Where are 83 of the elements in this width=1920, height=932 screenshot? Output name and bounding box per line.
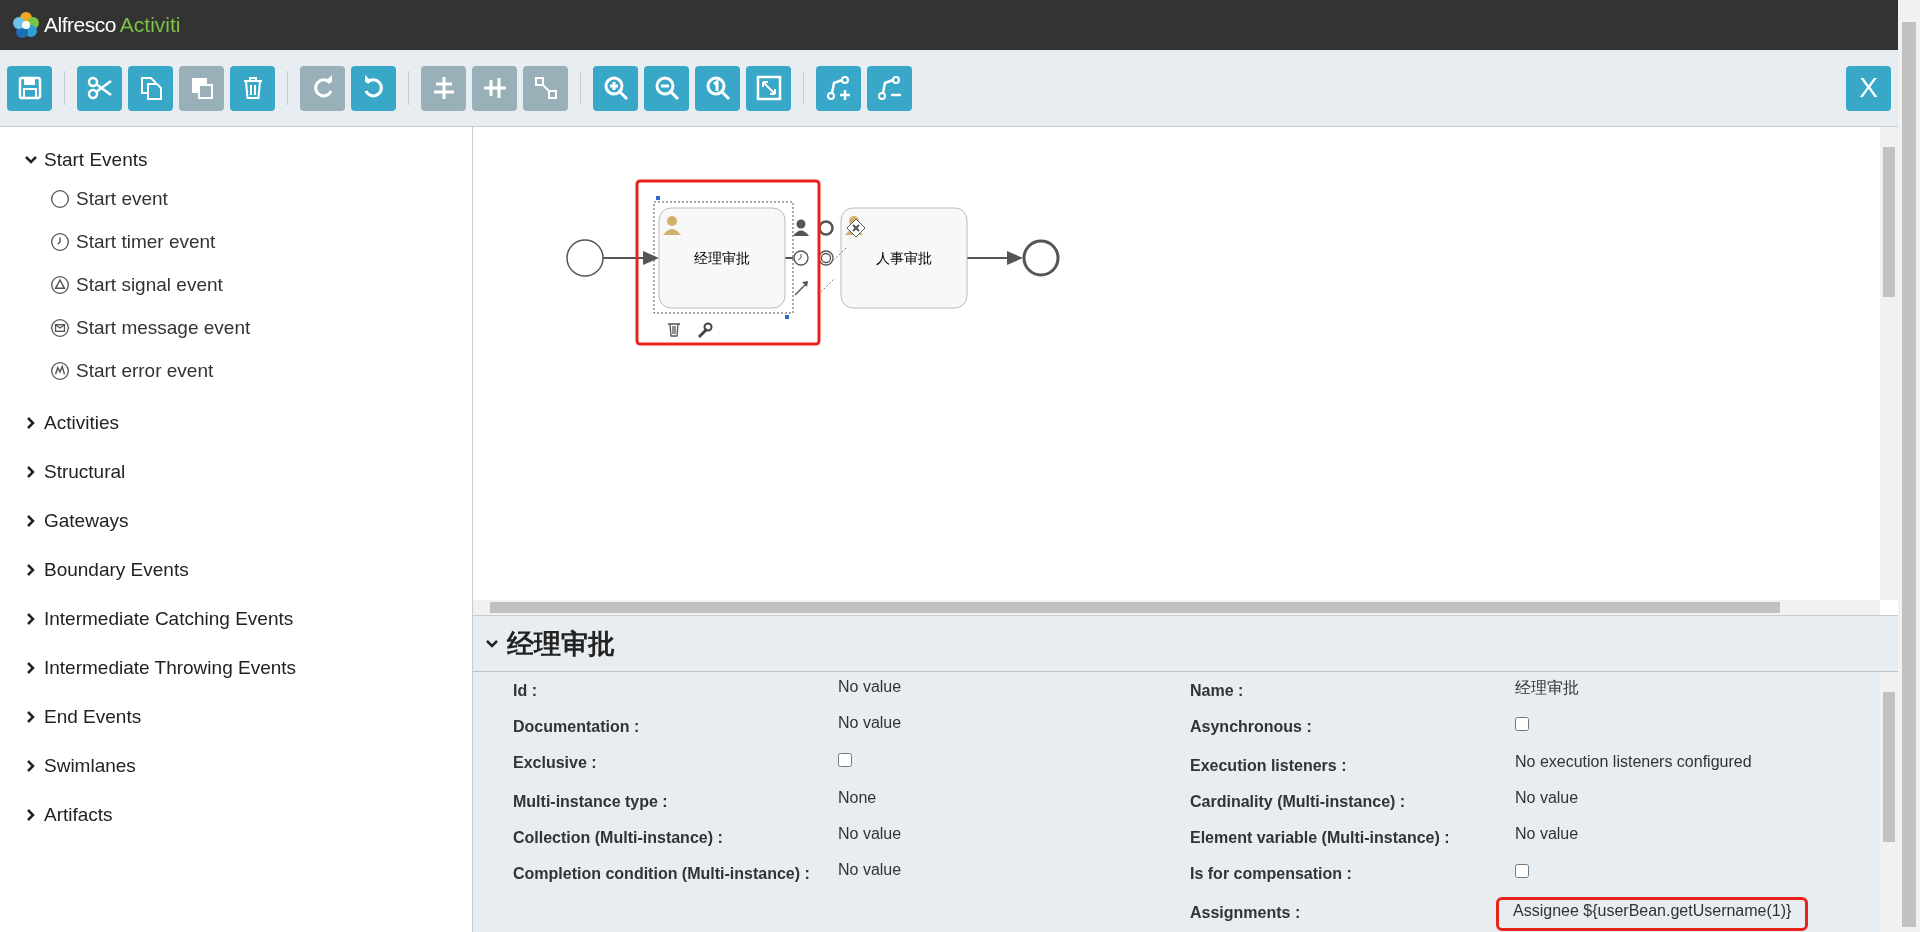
palette-category[interactable]: Boundary Events xyxy=(44,558,189,581)
property-value[interactable]: No value xyxy=(838,825,902,842)
page-scrollbar[interactable] xyxy=(1898,0,1920,932)
palette-category[interactable]: Intermediate Catching Events xyxy=(44,607,294,630)
checkbox[interactable] xyxy=(838,753,852,767)
message-event-icon xyxy=(50,317,70,338)
remove-bend-button[interactable] xyxy=(867,65,912,111)
property-label: Id : xyxy=(513,681,538,701)
property-label: Asynchronous : xyxy=(1190,717,1313,737)
property-label: Collection (Multi-instance) : xyxy=(513,828,724,848)
property-label: Cardinality (Multi-instance) : xyxy=(1190,792,1407,812)
palette-category[interactable]: Start Events xyxy=(44,149,148,171)
property-value[interactable]: No value xyxy=(838,861,902,878)
palette-category[interactable]: Intermediate Throwing Events xyxy=(44,656,297,679)
cut-button[interactable] xyxy=(77,65,122,111)
palette-category[interactable]: End Events xyxy=(44,705,142,728)
task-label: 经理审批 xyxy=(694,250,750,266)
person-icon xyxy=(663,216,681,235)
trash-icon[interactable] xyxy=(667,323,681,337)
end-event-icon[interactable] xyxy=(818,220,834,236)
property-value[interactable]: None xyxy=(838,789,877,806)
property-label: Documentation : xyxy=(513,717,641,737)
zoom-actual-button[interactable] xyxy=(695,65,740,111)
vertical-scrollbar[interactable] xyxy=(1880,672,1898,932)
property-label: Execution listeners : xyxy=(1190,756,1348,776)
property-label: Assignments : xyxy=(1190,903,1302,923)
resize-handle[interactable] xyxy=(656,196,660,200)
zoom-out-button[interactable] xyxy=(644,65,689,111)
palette-item[interactable]: Start event xyxy=(76,187,168,210)
property-label: Name : xyxy=(1190,681,1245,701)
wrench-icon[interactable] xyxy=(697,322,713,339)
palette-category[interactable]: Artifacts xyxy=(44,803,113,826)
property-value[interactable]: No value xyxy=(838,678,902,695)
timer-icon[interactable] xyxy=(793,250,809,266)
palette-item[interactable]: Start timer event xyxy=(76,230,216,253)
palette-category[interactable]: Activities xyxy=(44,411,119,434)
checkbox[interactable] xyxy=(1515,864,1529,878)
property-label: Is for compensation : xyxy=(1190,864,1353,884)
gateway-icon[interactable] xyxy=(846,218,866,238)
start-event[interactable] xyxy=(566,239,604,277)
end-event[interactable] xyxy=(1022,239,1060,277)
sequence-flow[interactable] xyxy=(966,251,1023,265)
person-icon[interactable] xyxy=(793,219,809,236)
undo-button[interactable] xyxy=(351,65,396,111)
resize-handle[interactable] xyxy=(785,315,789,319)
zoom-fit-button[interactable] xyxy=(746,65,791,111)
property-label: Multi-instance type : xyxy=(513,792,669,812)
vertical-scrollbar[interactable] xyxy=(1880,127,1898,600)
sequence-flow[interactable] xyxy=(602,251,659,265)
property-label: Element variable (Multi-instance) : xyxy=(1190,828,1451,848)
task-box[interactable] xyxy=(840,207,968,309)
save-button[interactable] xyxy=(7,65,52,111)
flower-logo-icon xyxy=(12,11,40,39)
arrow-icon[interactable] xyxy=(794,281,808,296)
property-value[interactable]: No execution listeners configured xyxy=(1515,753,1752,770)
palette-item[interactable]: Start error event xyxy=(76,359,214,382)
property-label: Completion condition (Multi-instance) : xyxy=(513,864,811,884)
timer-event-icon xyxy=(50,231,70,252)
palette-item[interactable]: Start message event xyxy=(76,316,251,339)
delete-button[interactable] xyxy=(230,65,275,111)
add-bend-button[interactable] xyxy=(816,65,861,111)
brand-name: Alfresco xyxy=(44,13,116,37)
start-event-icon xyxy=(50,188,70,209)
task-label: 人事审批 xyxy=(876,250,932,266)
property-value[interactable]: No value xyxy=(838,714,902,731)
property-value[interactable]: Assignee ${userBean.getUsername(1)} xyxy=(1499,900,1806,928)
property-value[interactable]: No value xyxy=(1515,825,1579,842)
zoom-in-button[interactable] xyxy=(593,65,638,111)
signal-event-icon xyxy=(50,274,70,295)
checkbox[interactable] xyxy=(1515,717,1529,731)
palette-category[interactable]: Structural xyxy=(44,460,126,483)
palette-category[interactable]: Swimlanes xyxy=(44,754,136,777)
task-box[interactable] xyxy=(658,207,786,309)
property-label: Exclusive : xyxy=(513,753,598,773)
property-value[interactable]: 经理审批 xyxy=(1515,679,1579,696)
palette-item[interactable]: Start signal event xyxy=(76,273,223,296)
horizontal-scrollbar[interactable] xyxy=(473,600,1880,615)
error-event-icon xyxy=(50,360,70,381)
copy-button[interactable] xyxy=(128,65,173,111)
properties-title: 经理审批 xyxy=(507,627,615,661)
property-value[interactable]: No value xyxy=(1515,789,1579,806)
product-name: Activiti xyxy=(119,13,181,37)
palette-category[interactable]: Gateways xyxy=(44,509,129,532)
